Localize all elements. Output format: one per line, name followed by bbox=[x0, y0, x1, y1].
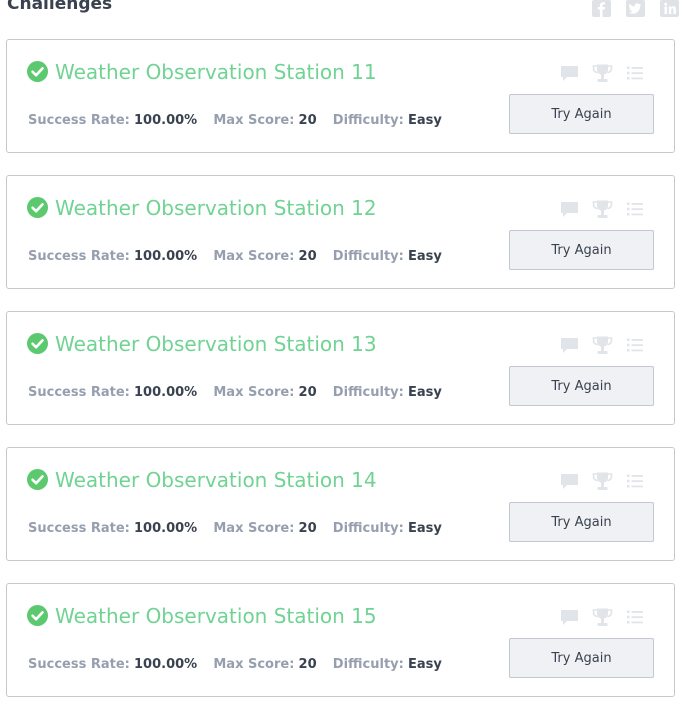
max-score-label: Max Score: bbox=[213, 521, 295, 536]
challenge-actions bbox=[560, 200, 644, 218]
trophy-icon[interactable] bbox=[592, 64, 613, 87]
challenge-actions bbox=[560, 608, 644, 626]
difficulty-label: Difficulty: bbox=[332, 385, 404, 400]
leaderboard-icon[interactable] bbox=[626, 608, 644, 630]
trophy-icon[interactable] bbox=[592, 472, 613, 495]
success-rate-label: Success Rate: bbox=[28, 657, 130, 672]
challenge-stats: Success Rate: 100.00% Max Score: 20 Diff… bbox=[28, 385, 454, 400]
success-rate-stat: Success Rate: 100.00% bbox=[28, 249, 197, 264]
difficulty-label: Difficulty: bbox=[332, 249, 404, 264]
max-score-stat: Max Score: 20 bbox=[213, 249, 316, 264]
difficulty-value: Easy bbox=[407, 385, 442, 400]
try-again-button[interactable]: Try Again bbox=[509, 638, 654, 678]
success-rate-label: Success Rate: bbox=[28, 385, 130, 400]
challenge-stats: Success Rate: 100.00% Max Score: 20 Diff… bbox=[28, 657, 454, 672]
success-rate-value: 100.00% bbox=[134, 113, 198, 128]
max-score-value: 20 bbox=[298, 385, 317, 400]
challenge-actions bbox=[560, 472, 644, 490]
challenge-title-link[interactable]: Weather Observation Station 11 bbox=[55, 60, 377, 84]
check-circle-icon bbox=[27, 333, 48, 354]
max-score-label: Max Score: bbox=[213, 113, 295, 128]
success-rate-label: Success Rate: bbox=[28, 521, 130, 536]
success-rate-label: Success Rate: bbox=[28, 113, 130, 128]
leaderboard-icon[interactable] bbox=[626, 64, 644, 86]
max-score-label: Max Score: bbox=[213, 385, 295, 400]
challenge-card: Weather Observation Station 11 Success R… bbox=[6, 39, 675, 153]
trophy-icon[interactable] bbox=[592, 608, 613, 631]
max-score-stat: Max Score: 20 bbox=[213, 113, 316, 128]
discussion-icon[interactable] bbox=[560, 608, 579, 630]
try-again-button[interactable]: Try Again bbox=[509, 230, 654, 270]
discussion-icon[interactable] bbox=[560, 472, 579, 494]
challenge-card: Weather Observation Station 15 Success R… bbox=[6, 583, 675, 697]
page-title: Challenges bbox=[7, 0, 113, 14]
max-score-stat: Max Score: 20 bbox=[213, 385, 316, 400]
difficulty-label: Difficulty: bbox=[332, 521, 404, 536]
challenge-title-link[interactable]: Weather Observation Station 13 bbox=[55, 332, 377, 356]
try-again-button[interactable]: Try Again bbox=[509, 366, 654, 406]
discussion-icon[interactable] bbox=[560, 64, 579, 86]
challenge-actions bbox=[560, 336, 644, 354]
difficulty-stat: Difficulty: Easy bbox=[333, 113, 442, 128]
success-rate-label: Success Rate: bbox=[28, 249, 130, 264]
max-score-label: Max Score: bbox=[213, 657, 295, 672]
trophy-icon[interactable] bbox=[592, 336, 613, 359]
difficulty-value: Easy bbox=[407, 249, 442, 264]
max-score-value: 20 bbox=[298, 113, 317, 128]
try-again-button[interactable]: Try Again bbox=[509, 502, 654, 542]
leaderboard-icon[interactable] bbox=[626, 472, 644, 494]
challenge-card: Weather Observation Station 14 Success R… bbox=[6, 447, 675, 561]
check-circle-icon bbox=[27, 605, 48, 626]
difficulty-value: Easy bbox=[407, 521, 442, 536]
linkedin-icon[interactable] bbox=[660, 0, 679, 17]
difficulty-value: Easy bbox=[407, 657, 442, 672]
difficulty-stat: Difficulty: Easy bbox=[333, 385, 442, 400]
success-rate-value: 100.00% bbox=[134, 521, 198, 536]
facebook-icon[interactable] bbox=[592, 0, 611, 17]
challenge-title-link[interactable]: Weather Observation Station 12 bbox=[55, 196, 377, 220]
success-rate-stat: Success Rate: 100.00% bbox=[28, 113, 197, 128]
leaderboard-icon[interactable] bbox=[626, 336, 644, 358]
max-score-value: 20 bbox=[298, 249, 317, 264]
discussion-icon[interactable] bbox=[560, 336, 579, 358]
challenge-stats: Success Rate: 100.00% Max Score: 20 Diff… bbox=[28, 521, 454, 536]
try-again-button[interactable]: Try Again bbox=[509, 94, 654, 134]
success-rate-value: 100.00% bbox=[134, 249, 198, 264]
challenge-card: Weather Observation Station 12 Success R… bbox=[6, 175, 675, 289]
max-score-label: Max Score: bbox=[213, 249, 295, 264]
max-score-value: 20 bbox=[298, 521, 317, 536]
difficulty-stat: Difficulty: Easy bbox=[333, 521, 442, 536]
check-circle-icon bbox=[27, 469, 48, 490]
max-score-stat: Max Score: 20 bbox=[213, 521, 316, 536]
max-score-value: 20 bbox=[298, 657, 317, 672]
leaderboard-icon[interactable] bbox=[626, 200, 644, 222]
challenge-title-link[interactable]: Weather Observation Station 15 bbox=[55, 604, 377, 628]
success-rate-value: 100.00% bbox=[134, 385, 198, 400]
check-circle-icon bbox=[27, 197, 48, 218]
success-rate-stat: Success Rate: 100.00% bbox=[28, 385, 197, 400]
difficulty-value: Easy bbox=[407, 113, 442, 128]
trophy-icon[interactable] bbox=[592, 200, 613, 223]
twitter-icon[interactable] bbox=[626, 0, 645, 17]
difficulty-label: Difficulty: bbox=[332, 657, 404, 672]
max-score-stat: Max Score: 20 bbox=[213, 657, 316, 672]
success-rate-value: 100.00% bbox=[134, 657, 198, 672]
difficulty-stat: Difficulty: Easy bbox=[333, 249, 442, 264]
challenge-title-link[interactable]: Weather Observation Station 14 bbox=[55, 468, 377, 492]
challenge-stats: Success Rate: 100.00% Max Score: 20 Diff… bbox=[28, 113, 454, 128]
discussion-icon[interactable] bbox=[560, 200, 579, 222]
challenge-card: Weather Observation Station 13 Success R… bbox=[6, 311, 675, 425]
difficulty-stat: Difficulty: Easy bbox=[333, 657, 442, 672]
check-circle-icon bbox=[27, 61, 48, 82]
success-rate-stat: Success Rate: 100.00% bbox=[28, 521, 197, 536]
challenge-stats: Success Rate: 100.00% Max Score: 20 Diff… bbox=[28, 249, 454, 264]
challenge-actions bbox=[560, 64, 644, 82]
challenges-header: Challenges bbox=[0, 0, 697, 22]
success-rate-stat: Success Rate: 100.00% bbox=[28, 657, 197, 672]
difficulty-label: Difficulty: bbox=[332, 113, 404, 128]
